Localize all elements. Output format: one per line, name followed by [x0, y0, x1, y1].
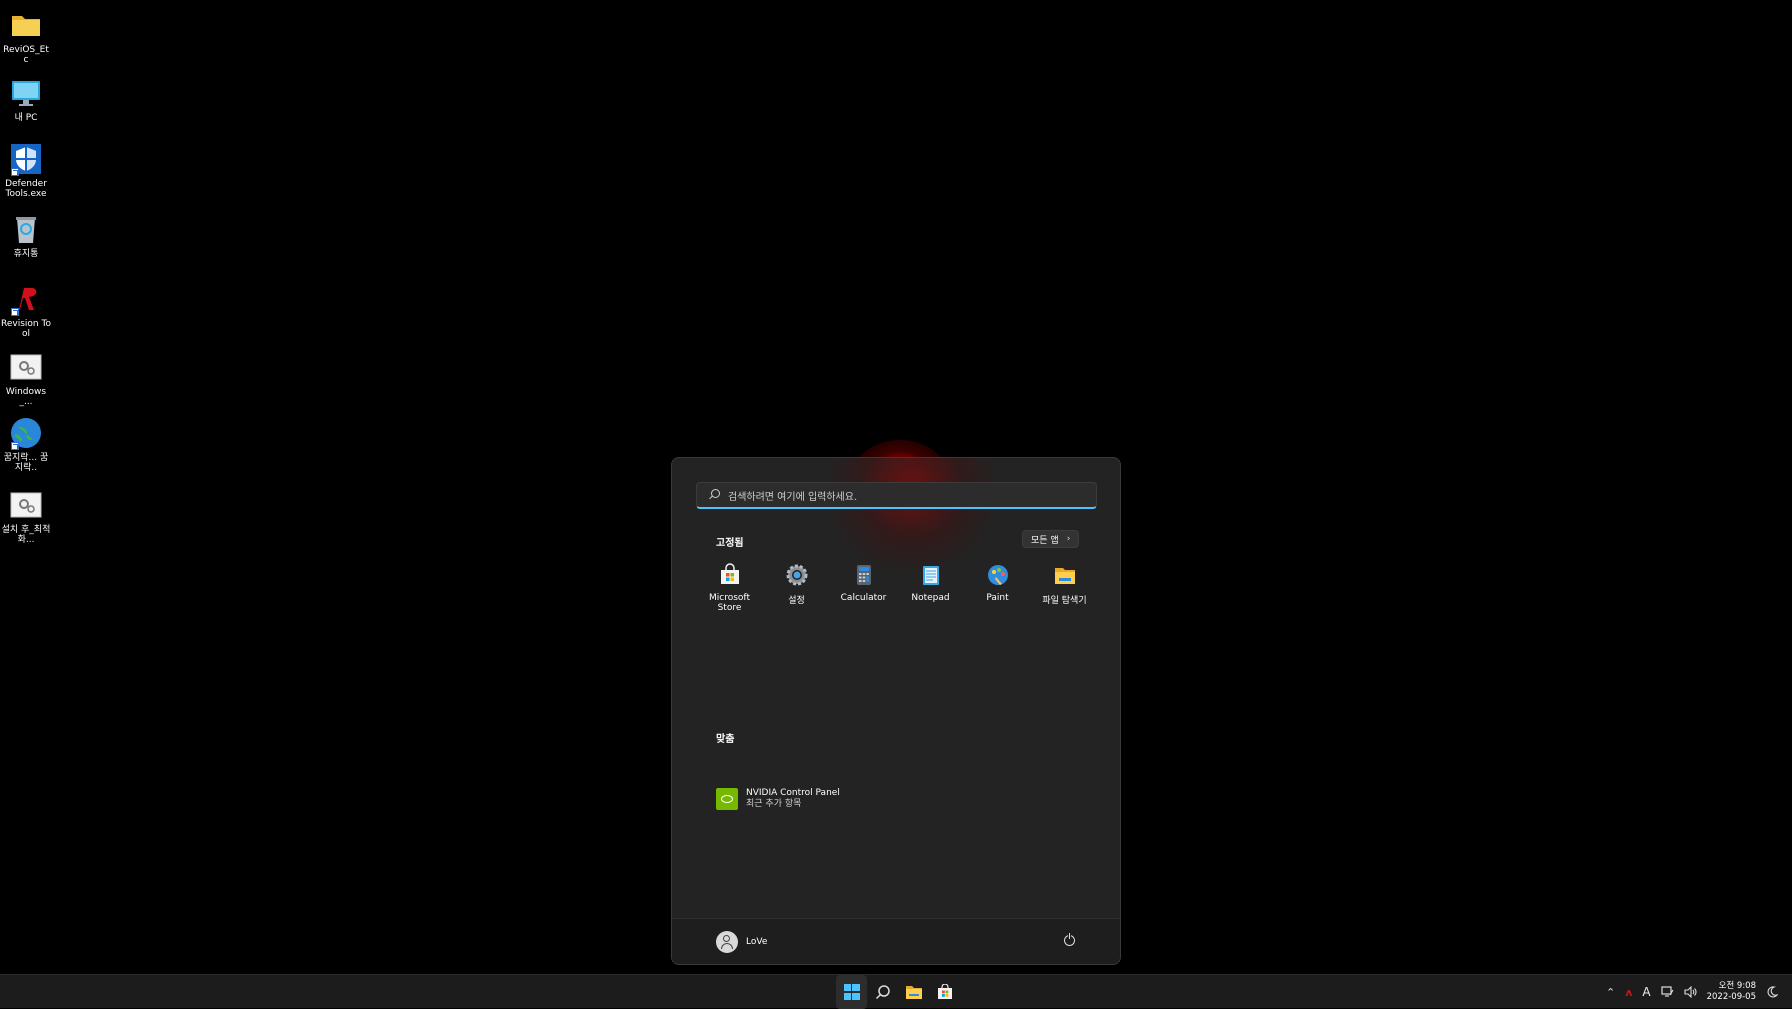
- desktop-icon-label: Revision Tool: [1, 319, 51, 339]
- notepad-icon: [919, 563, 943, 587]
- pinned-app-label: Notepad: [911, 593, 950, 603]
- taskbar-file-explorer-button[interactable]: [898, 975, 929, 1009]
- user-account-button[interactable]: LoVe: [716, 931, 767, 953]
- clock-date: 2022-09-05: [1706, 992, 1756, 1002]
- chevron-up-icon[interactable]: ⌃: [1606, 986, 1615, 999]
- taskbar-store-button[interactable]: [929, 975, 960, 1009]
- user-name: LoVe: [746, 937, 768, 947]
- nvidia-icon: [716, 788, 738, 810]
- pinned-app-label: Microsoft Store: [709, 593, 750, 613]
- shield-icon: [9, 142, 43, 176]
- notification-moon-icon[interactable]: [1766, 986, 1778, 998]
- start-menu-red-glow: [822, 458, 1002, 578]
- desktop-icon-revision-tool[interactable]: Revision Tool: [0, 282, 52, 339]
- start-menu: 검색하려면 여기에 입력하세요. 고정됨 모든 앱 › Microsoft St…: [671, 457, 1121, 965]
- search-icon: [708, 489, 720, 501]
- clock-time: 오전 9:08: [1718, 981, 1756, 991]
- pinned-apps-grid: Microsoft Store 설정 Calculator Notepad Pa…: [696, 563, 1104, 613]
- pinned-app-microsoft-store[interactable]: Microsoft Store: [696, 563, 763, 613]
- chevron-right-icon: ›: [1066, 534, 1071, 544]
- calculator-icon: [852, 563, 876, 587]
- globe-icon: [9, 416, 43, 450]
- desktop-icon-label: ReviOS_Etc: [3, 45, 49, 65]
- monitor-icon: [9, 76, 43, 110]
- taskbar-clock[interactable]: 오전 9:08 2022-09-05: [1707, 981, 1756, 1003]
- desktop-icon-recycle-bin[interactable]: 휴지통: [0, 212, 52, 259]
- desktop-icon-defender-tools[interactable]: Defender Tools.exe: [0, 142, 52, 199]
- taskbar: ⌃ ʌ A 오전 9:08 2022-09-05: [0, 974, 1792, 1009]
- pinned-app-calculator[interactable]: Calculator: [830, 563, 897, 613]
- folder-icon: [9, 8, 43, 42]
- search-icon: [875, 985, 890, 1000]
- pinned-app-paint[interactable]: Paint: [964, 563, 1031, 613]
- recommended-item-subtitle: 최근 추가 항목: [746, 799, 802, 809]
- pinned-section-title: 고정됨: [716, 538, 744, 549]
- pinned-app-notepad[interactable]: Notepad: [897, 563, 964, 613]
- pinned-app-label: 설정: [788, 596, 805, 606]
- revision-r-icon: [9, 282, 43, 316]
- revision-tray-icon[interactable]: ʌ: [1625, 986, 1632, 999]
- desktop-icon-label: 꿈지락... 꿈지락..: [3, 453, 49, 473]
- search-placeholder: 검색하려면 여기에 입력하세요.: [728, 491, 858, 503]
- file-explorer-icon: [905, 986, 922, 999]
- all-apps-button[interactable]: 모든 앱 ›: [1022, 530, 1080, 548]
- system-tray: ⌃ ʌ A 오전 9:08 2022-09-05: [1606, 975, 1778, 1009]
- shortcut-arrow-icon: [11, 168, 19, 176]
- pinned-app-label: Calculator: [840, 593, 887, 603]
- desktop-icon-label: 내 PC: [14, 113, 38, 123]
- all-apps-label: 모든 앱: [1031, 535, 1059, 546]
- desktop-icon-revios-etc[interactable]: ReviOS_Etc: [0, 8, 52, 65]
- start-search-box[interactable]: 검색하려면 여기에 입력하세요.: [696, 482, 1097, 509]
- pinned-app-label: Paint: [986, 593, 1009, 603]
- network-icon[interactable]: [1660, 986, 1674, 998]
- recommended-item-nvidia[interactable]: NVIDIA Control Panel 최근 추가 항목: [716, 788, 840, 810]
- pinned-app-label: 파일 탐색기: [1042, 596, 1087, 606]
- desktop-icon-label: Defender Tools.exe: [5, 179, 47, 199]
- start-menu-footer: LoVe: [672, 918, 1120, 964]
- desktop-icon-windows-settings-file[interactable]: Windows_...: [0, 350, 52, 407]
- volume-icon[interactable]: [1684, 986, 1697, 998]
- start-icon: [843, 984, 860, 1000]
- desktop-icon-globe-shortcut[interactable]: 꿈지락... 꿈지락..: [0, 416, 52, 473]
- desktop-icon-my-pc[interactable]: 내 PC: [0, 76, 52, 123]
- paint-icon: [986, 563, 1010, 587]
- desktop-icon-post-install-optimize[interactable]: 설치 후_최적화...: [0, 488, 52, 545]
- desktop-icon-label: Windows_...: [5, 387, 47, 407]
- shortcut-arrow-icon: [11, 308, 19, 316]
- settings-file-icon: [9, 350, 43, 384]
- input-indicator[interactable]: A: [1642, 985, 1650, 999]
- store-icon: [937, 984, 952, 999]
- taskbar-apps: [836, 975, 960, 1009]
- taskbar-search-button[interactable]: [867, 975, 898, 1009]
- pinned-app-settings[interactable]: 설정: [763, 563, 830, 613]
- desktop-icon-label: 휴지통: [13, 249, 39, 259]
- power-icon[interactable]: [1064, 933, 1076, 946]
- recommended-item-title: NVIDIA Control Panel: [746, 788, 840, 798]
- store-icon: [718, 563, 742, 587]
- folder-icon: [1053, 563, 1077, 587]
- settings-file-icon: [9, 488, 43, 522]
- pinned-app-file-explorer[interactable]: 파일 탐색기: [1031, 563, 1098, 613]
- gear-icon: [785, 563, 809, 587]
- user-avatar-icon: [716, 931, 738, 953]
- start-button[interactable]: [836, 975, 867, 1009]
- recycle-bin-icon: [9, 212, 43, 246]
- shortcut-arrow-icon: [11, 442, 19, 450]
- desktop-icon-label: 설치 후_최적화...: [1, 525, 51, 545]
- recommended-section-title: 맞춤: [716, 734, 735, 745]
